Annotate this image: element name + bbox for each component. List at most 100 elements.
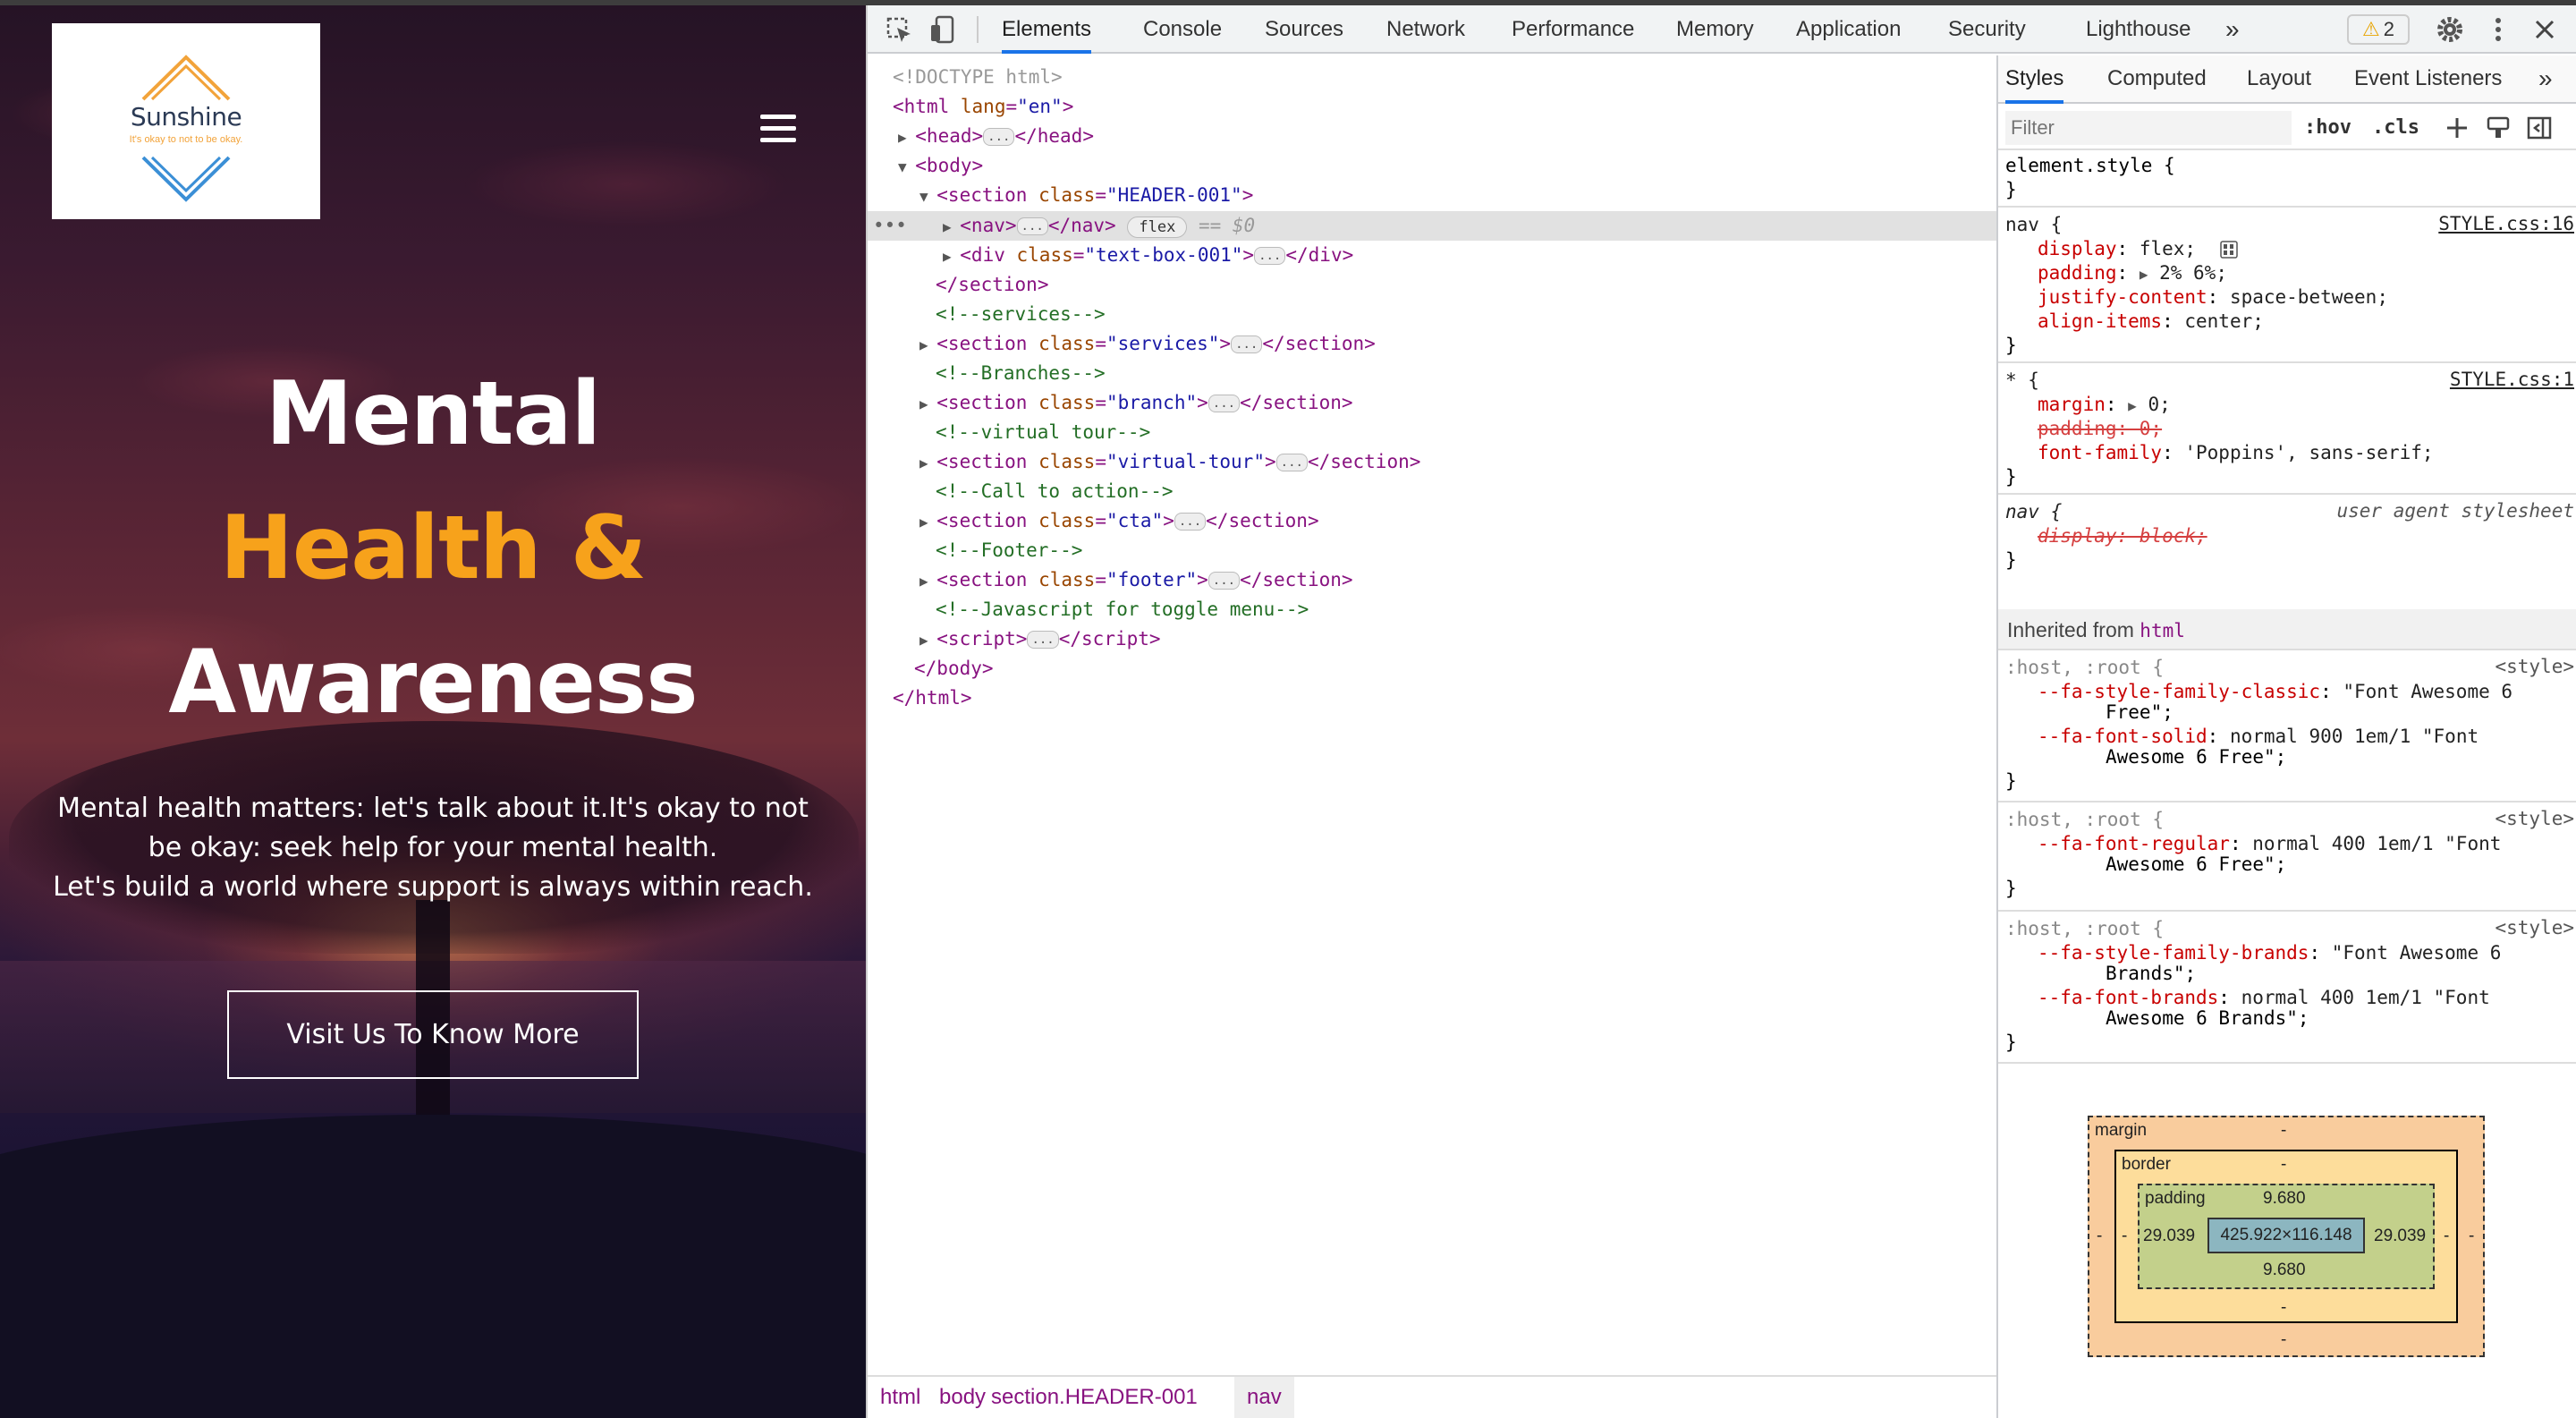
settings-gear-icon[interactable] <box>2435 14 2465 45</box>
padding-bottom-value[interactable]: 9.680 <box>2263 1261 2306 1280</box>
element-style-selector: element.style { <box>2005 155 2175 176</box>
tab-network[interactable]: Network <box>1386 5 1465 54</box>
rule-user-agent-nav[interactable]: nav { user agent stylesheet display: blo… <box>1998 497 2576 607</box>
visit-us-button[interactable]: Visit Us To Know More <box>227 990 639 1079</box>
tree-row-branch[interactable]: ▶ <section class="branch">... </section> <box>868 388 1996 418</box>
tree-row-html[interactable]: <html lang="en"> <box>868 92 1996 122</box>
hero-title-line2: Health & <box>219 497 647 599</box>
tab-application[interactable]: Application <box>1796 5 1901 54</box>
tree-row-comment-footer[interactable]: <!--Footer--> <box>868 536 1996 565</box>
decl-display[interactable]: display: flex; <box>2038 237 2196 261</box>
hamburger-menu-icon[interactable] <box>760 115 796 145</box>
tab-security[interactable]: Security <box>1948 5 2026 54</box>
rule-source-link[interactable]: STYLE.css:1 <box>2450 369 2574 390</box>
decl-align-items[interactable]: align-items: center; <box>2038 310 2264 334</box>
tree-row-html-close[interactable]: </html> <box>868 684 1996 713</box>
tab-lighthouse[interactable]: Lighthouse <box>2086 5 2190 54</box>
rule-source-label: user agent stylesheet <box>2336 500 2574 522</box>
tree-row-body[interactable]: ▼ <body> <box>868 151 1996 181</box>
decl-continuation: Awesome 6 Free"; <box>2106 746 2287 768</box>
hero-description: Mental health matters: let's talk about … <box>36 789 830 907</box>
decl-padding[interactable]: padding: ▶ 2% 6%; <box>2038 261 2227 286</box>
tree-row-doctype[interactable]: <!DOCTYPE html> <box>868 63 1996 92</box>
tree-row-head[interactable]: ▶ <head>... </head> <box>868 122 1996 151</box>
tab-performance[interactable]: Performance <box>1512 5 1634 54</box>
margin-left-value: - <box>2097 1227 2103 1245</box>
box-model-content-size[interactable]: 425.922×116.148 <box>2207 1218 2365 1253</box>
styles-filter-input[interactable] <box>2005 111 2292 145</box>
site-logo[interactable]: Sunshine It's okay to not to be okay. <box>52 23 320 219</box>
tree-row-nav-selected[interactable]: ••• ▶ <nav>... </nav> flex == $0 <box>868 211 1996 241</box>
inherited-tag-link[interactable]: html <box>2140 620 2185 641</box>
more-options-icon[interactable] <box>2483 14 2513 45</box>
breadcrumb-html[interactable]: html <box>868 1377 933 1418</box>
tree-row-textbox-div[interactable]: ▶ <div class="text-box-001">... </div> <box>868 241 1996 270</box>
tree-row-comment-services[interactable]: <!--services--> <box>868 300 1996 329</box>
tab-event-listeners[interactable]: Event Listeners <box>2354 55 2502 104</box>
flexbox-editor-icon[interactable] <box>2220 241 2238 259</box>
decl-display-block[interactable]: display: block; <box>2038 524 2207 548</box>
tree-row-virtual-tour[interactable]: ▶ <section class="virtual-tour">... </sec… <box>868 447 1996 477</box>
hover-state-toggle[interactable]: :hov <box>2304 113 2351 143</box>
rule-universal[interactable]: * { STYLE.css:1 margin: ▶ 0; padding: 0;… <box>1998 365 2576 495</box>
padding-top-value[interactable]: 9.680 <box>2263 1189 2306 1209</box>
tree-row-comment-virtual[interactable]: <!--virtual tour--> <box>868 418 1996 447</box>
decl-padding-overridden[interactable]: padding: 0; <box>2038 417 2162 441</box>
rule-selector: * { <box>2005 369 2039 391</box>
paint-brush-icon[interactable] <box>2485 115 2512 141</box>
breadcrumb-nav[interactable]: nav <box>1234 1377 1294 1418</box>
rule-selector: :host, :root { <box>2005 918 2165 939</box>
tab-elements[interactable]: Elements <box>1002 5 1092 54</box>
tab-layout[interactable]: Layout <box>2247 55 2311 104</box>
border-top-value: - <box>2281 1155 2287 1174</box>
row-more-icon[interactable]: ••• <box>873 211 907 241</box>
device-toolbar-icon[interactable] <box>928 14 959 45</box>
rule-source-link[interactable]: STYLE.css:16 <box>2438 213 2574 234</box>
hero-desc-line2: be okay: seek help for your mental healt… <box>148 832 718 863</box>
decl-margin[interactable]: margin: ▶ 0; <box>2038 393 2171 418</box>
toggle-sidebar-icon[interactable] <box>2526 115 2553 141</box>
padding-right-value[interactable]: 29.039 <box>2374 1227 2426 1246</box>
add-rule-icon[interactable] <box>2444 115 2470 141</box>
tree-row-body-close[interactable]: </body> <box>868 654 1996 684</box>
tab-sources[interactable]: Sources <box>1265 5 1343 54</box>
padding-left-value[interactable]: 29.039 <box>2143 1227 2195 1246</box>
close-devtools-icon[interactable] <box>2529 14 2560 45</box>
breadcrumb: html body section.HEADER-001 nav <box>868 1375 1996 1418</box>
border-left-value: - <box>2122 1227 2128 1245</box>
margin-top-value: - <box>2281 1121 2287 1140</box>
rule-element-style[interactable]: element.style { } <box>1998 150 2576 208</box>
tree-row-section-close[interactable]: </section> <box>868 270 1996 300</box>
tree-row-script[interactable]: ▶ <script>... </script> <box>868 624 1996 654</box>
tab-memory[interactable]: Memory <box>1676 5 1754 54</box>
more-panes-icon[interactable]: » <box>2538 55 2553 104</box>
rule-close-brace: } <box>2005 549 2017 571</box>
rule-close-brace: } <box>2005 466 2017 488</box>
more-tabs-icon[interactable]: » <box>2225 5 2240 54</box>
class-toggle[interactable]: .cls <box>2372 113 2419 143</box>
tree-row-cta[interactable]: ▶ <section class="cta">... </section> <box>868 506 1996 536</box>
rule-root-2[interactable]: :host, :root { <style> --fa-font-regular… <box>1998 804 2576 912</box>
tab-console[interactable]: Console <box>1143 5 1222 54</box>
tree-row-services[interactable]: ▶ <section class="services">... </section… <box>868 329 1996 359</box>
tree-row-comment-js[interactable]: <!--Javascript for toggle menu--> <box>868 595 1996 624</box>
warnings-badge[interactable]: ⚠ 2 <box>2347 14 2410 45</box>
decl-justify-content[interactable]: justify-content: space-between; <box>2038 285 2388 310</box>
rule-source-label: <style> <box>2495 808 2574 829</box>
inspect-element-icon[interactable] <box>884 14 914 45</box>
tab-computed[interactable]: Computed <box>2107 55 2207 104</box>
breadcrumb-section[interactable]: section.HEADER-001 <box>979 1377 1210 1418</box>
tree-row-header-section[interactable]: ▼ <section class="HEADER-001"> <box>868 181 1996 210</box>
devtools-panel: Elements Console Sources Network Perform… <box>866 5 2576 1418</box>
tab-styles[interactable]: Styles <box>2005 55 2064 104</box>
logo-title: Sunshine <box>130 102 242 132</box>
rule-nav[interactable]: nav { STYLE.css:16 display: flex; paddin… <box>1998 209 2576 363</box>
rule-root-1[interactable]: :host, :root { <style> --fa-style-family… <box>1998 652 2576 802</box>
flex-badge[interactable]: flex <box>1127 217 1188 238</box>
tree-row-comment-cta[interactable]: <!--Call to action--> <box>868 477 1996 506</box>
rule-root-3[interactable]: :host, :root { <style> --fa-style-family… <box>1998 913 2576 1064</box>
tree-row-footer[interactable]: ▶ <section class="footer">... </section> <box>868 565 1996 595</box>
rule-close-brace: } <box>2005 770 2017 792</box>
decl-font-family[interactable]: font-family: 'Poppins', sans-serif; <box>2038 441 2434 465</box>
tree-row-comment-branches[interactable]: <!--Branches--> <box>868 359 1996 388</box>
